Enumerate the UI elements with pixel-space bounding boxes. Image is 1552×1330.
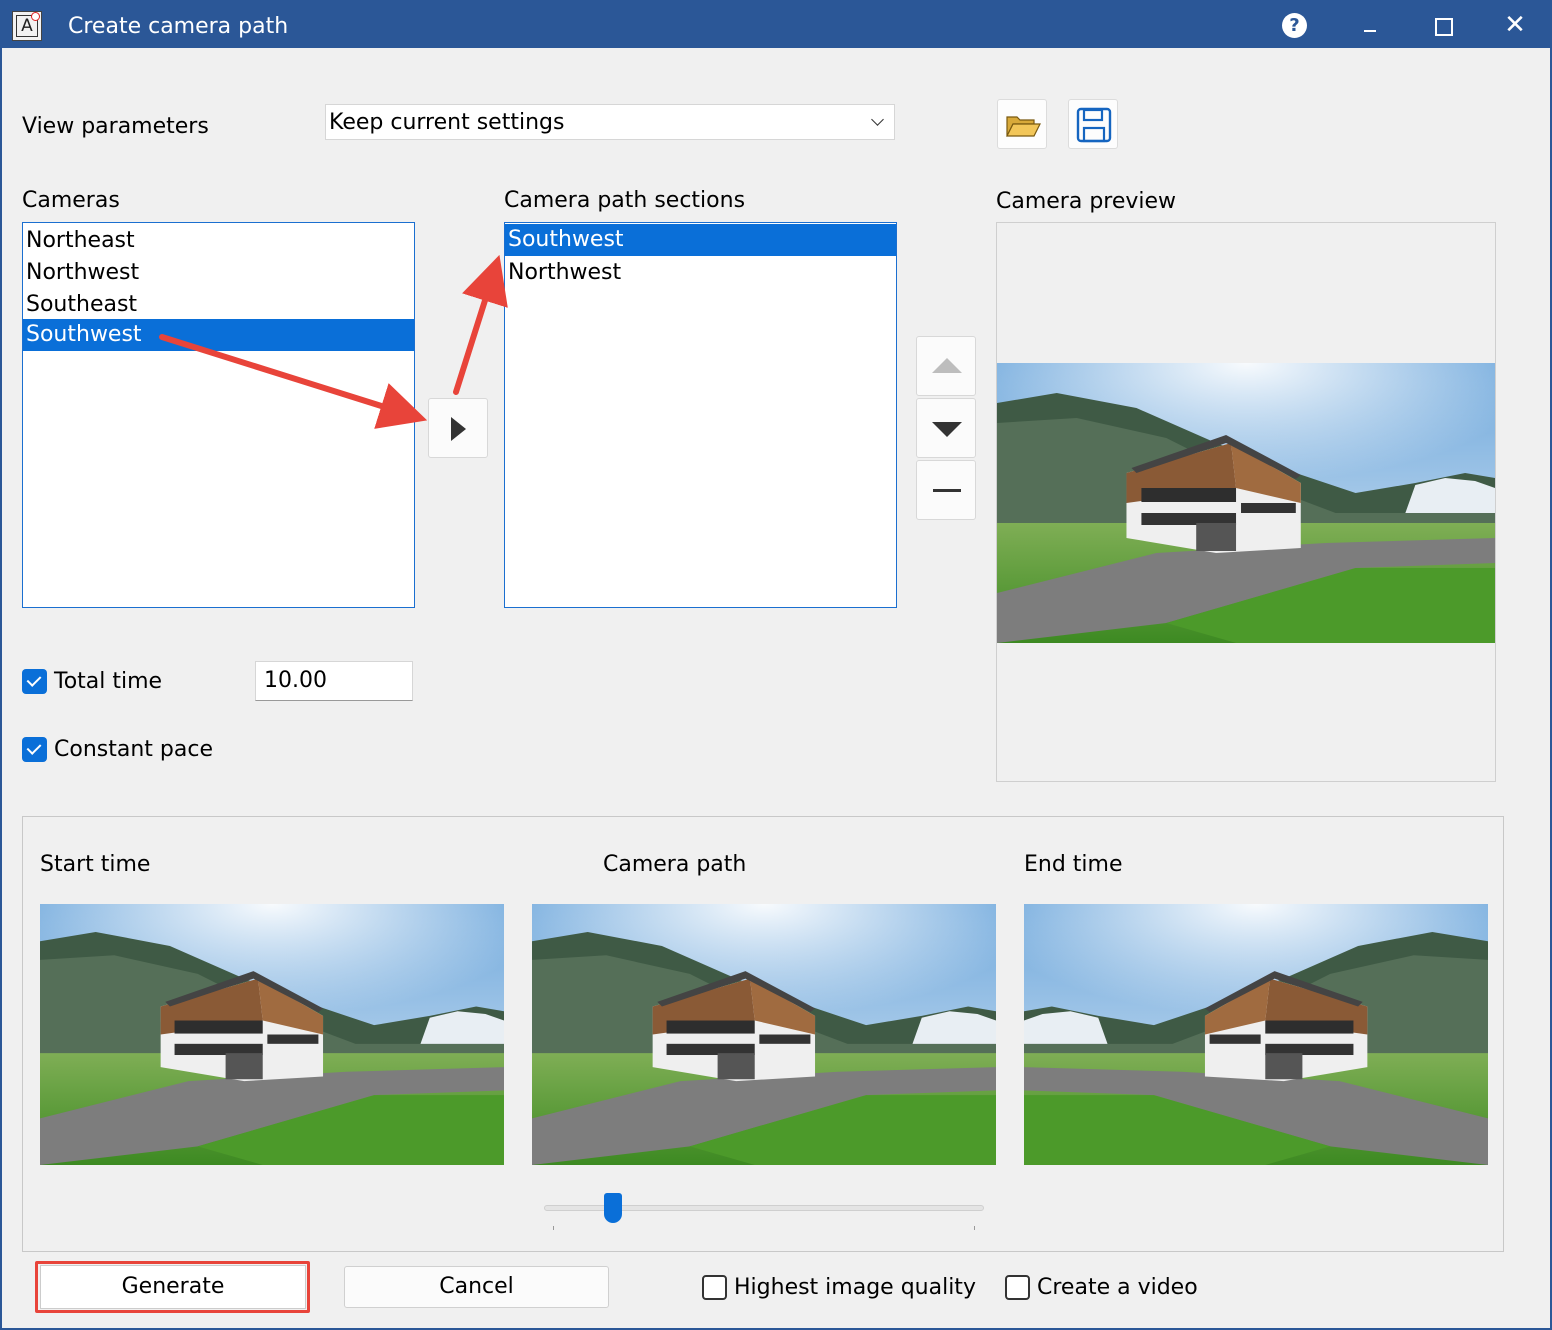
annotation-arrow-to-section bbox=[453, 254, 508, 395]
annotation-arrow-to-add bbox=[159, 334, 428, 429]
create-camera-path-dialog: A Create camera path ? ✕ View parameters… bbox=[0, 0, 1552, 1330]
annotation-arrows bbox=[159, 254, 508, 429]
